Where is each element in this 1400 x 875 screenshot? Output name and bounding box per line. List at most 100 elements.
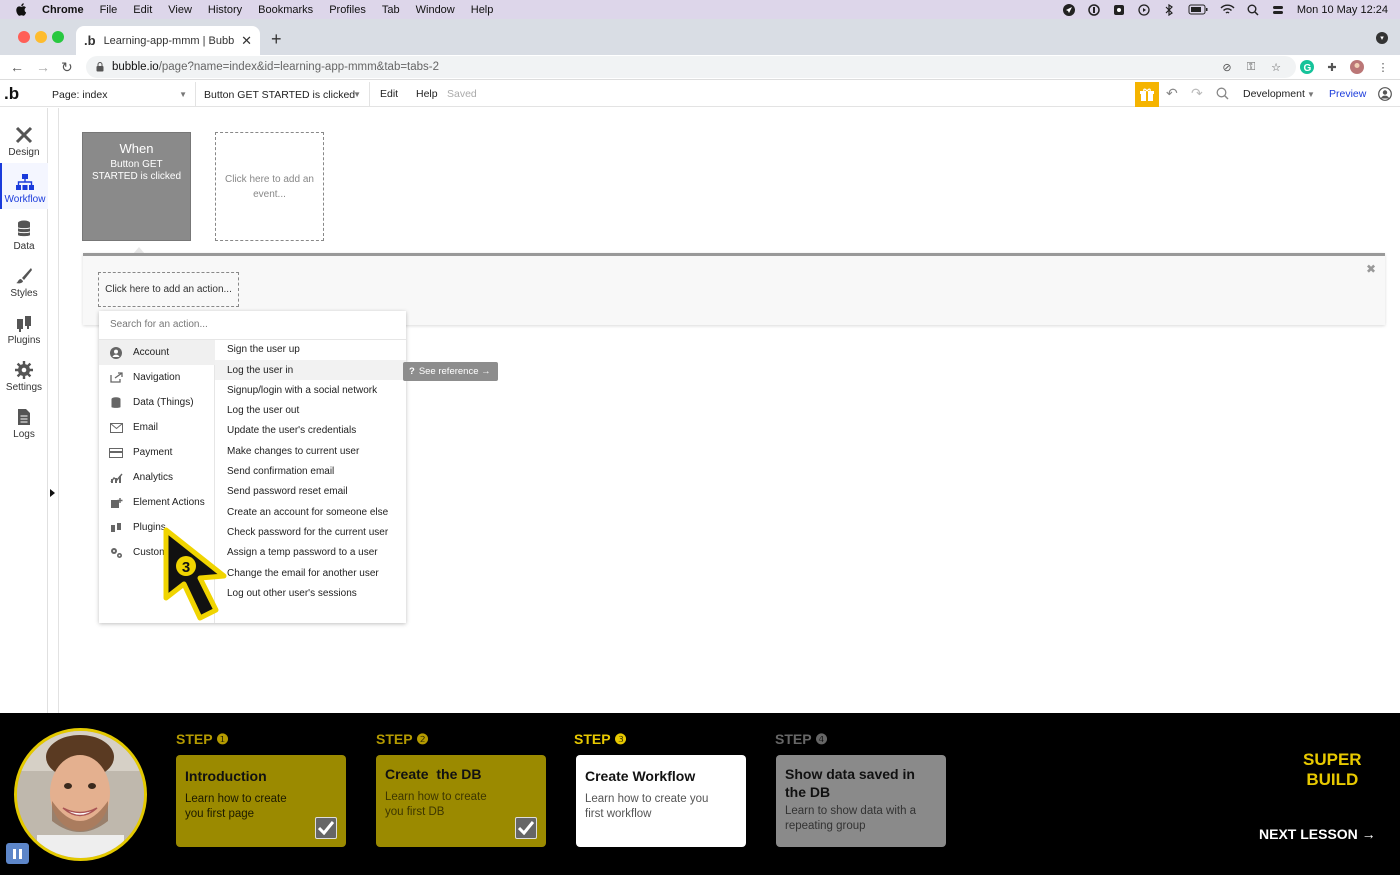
- sidebar-toggle-icon[interactable]: [50, 489, 55, 497]
- forward-icon[interactable]: →: [36, 59, 50, 75]
- category-email[interactable]: Email: [99, 415, 215, 440]
- menu-bookmarks[interactable]: Bookmarks: [258, 4, 313, 16]
- window-zoom-button[interactable]: [52, 31, 64, 43]
- step-4-label: STEP ❹: [775, 731, 828, 747]
- menu-file[interactable]: File: [100, 4, 118, 16]
- browser-menu-icon[interactable]: ⋮: [1376, 60, 1390, 74]
- category-data[interactable]: Data (Things): [99, 390, 215, 415]
- step-3-card[interactable]: Create Workflow Learn how to create you …: [576, 755, 746, 847]
- category-account[interactable]: Account: [99, 340, 215, 365]
- browser-tab[interactable]: .b Learning-app-mmm | Bubble E ✕: [76, 26, 260, 55]
- category-navigation[interactable]: Navigation: [99, 365, 215, 390]
- action-item[interactable]: Log the user in: [215, 360, 406, 380]
- action-item[interactable]: Sign the user up: [227, 344, 300, 355]
- category-analytics[interactable]: Analytics: [99, 465, 215, 490]
- redo-icon[interactable]: ↷: [1191, 85, 1203, 102]
- menu-tab[interactable]: Tab: [382, 4, 400, 16]
- bubble-logo[interactable]: .b: [4, 85, 19, 102]
- pause-button[interactable]: [6, 843, 29, 864]
- window-minimize-button[interactable]: [35, 31, 47, 43]
- see-reference-button[interactable]: ? See reference →: [403, 362, 498, 381]
- step-4-card[interactable]: Show data saved in the DB Learn to show …: [776, 755, 946, 847]
- action-item[interactable]: Assign a temp password to a user: [227, 547, 378, 558]
- event-select[interactable]: Button GET STARTED is clicked ▼: [196, 82, 370, 107]
- control-center-icon[interactable]: [1272, 3, 1285, 16]
- step-2-card[interactable]: Create the DB Learn how to create you fi…: [376, 755, 546, 847]
- play-icon[interactable]: [1138, 3, 1151, 16]
- action-item[interactable]: Send password reset email: [227, 486, 348, 497]
- sidebar-item-settings[interactable]: Settings: [0, 351, 48, 397]
- bluetooth-icon[interactable]: [1163, 3, 1176, 16]
- menu-history[interactable]: History: [208, 4, 242, 16]
- action-item[interactable]: Change the email for another user: [227, 568, 379, 579]
- step-1-card[interactable]: Introduction Learn how to create you fir…: [176, 755, 346, 847]
- sidebar-item-data[interactable]: Data: [0, 210, 48, 256]
- help-menu[interactable]: Help: [416, 88, 438, 100]
- page-select[interactable]: Page: index ▼: [20, 82, 196, 107]
- category-payment[interactable]: Payment: [99, 440, 215, 465]
- database-icon: [109, 396, 123, 409]
- gift-icon[interactable]: [1135, 82, 1159, 107]
- navigate-icon: [109, 372, 123, 384]
- undo-icon[interactable]: ↶: [1166, 85, 1178, 102]
- apple-icon[interactable]: [16, 3, 32, 17]
- location-icon[interactable]: [1063, 3, 1076, 16]
- menu-window[interactable]: Window: [416, 4, 455, 16]
- extension-icon[interactable]: [1113, 3, 1126, 16]
- category-label: Analytics: [133, 472, 174, 483]
- action-item[interactable]: Send confirmation email: [227, 466, 334, 477]
- chart-icon: [109, 472, 123, 484]
- close-icon[interactable]: ✖: [1366, 262, 1376, 276]
- account-icon[interactable]: [1378, 87, 1392, 104]
- close-tab-icon[interactable]: ✕: [241, 33, 252, 49]
- edit-menu[interactable]: Edit: [380, 88, 398, 100]
- reload-icon[interactable]: ↻: [61, 59, 73, 76]
- sidebar-item-workflow[interactable]: Workflow: [0, 163, 48, 209]
- next-lesson-button[interactable]: NEXT LESSON →: [1259, 826, 1376, 842]
- battery-icon[interactable]: [1188, 3, 1208, 16]
- add-action-button[interactable]: Click here to add an action...: [98, 272, 239, 307]
- profile-avatar-icon[interactable]: [1350, 60, 1364, 74]
- spotlight-search-icon[interactable]: [1247, 3, 1260, 16]
- action-item[interactable]: Update the user's credentials: [227, 425, 356, 436]
- menu-edit[interactable]: Edit: [133, 4, 152, 16]
- sidebar-item-styles[interactable]: Styles: [0, 257, 48, 303]
- sidebar-item-logs[interactable]: Logs: [0, 398, 48, 444]
- window-close-button[interactable]: [18, 31, 30, 43]
- sidebar-label: Workflow: [4, 194, 46, 205]
- blocked-icon[interactable]: ⊘: [1220, 60, 1234, 74]
- menu-profiles[interactable]: Profiles: [329, 4, 366, 16]
- menubar-clock[interactable]: Mon 10 May 12:24: [1297, 4, 1388, 16]
- add-event-button[interactable]: Click here to add an event...: [215, 132, 324, 241]
- action-search-input[interactable]: Search for an action...: [99, 311, 406, 340]
- menu-view[interactable]: View: [168, 4, 192, 16]
- back-icon[interactable]: ←: [10, 59, 24, 75]
- action-item[interactable]: Check password for the current user: [227, 527, 388, 538]
- step-3-label: STEP ❸: [574, 731, 627, 747]
- action-item[interactable]: Log out other user's sessions: [227, 588, 357, 599]
- event-block[interactable]: When Button GET STARTED is clicked: [82, 132, 191, 241]
- star-icon[interactable]: ☆: [1269, 60, 1283, 74]
- category-label: Element Actions: [133, 497, 205, 508]
- action-item[interactable]: Make changes to current user: [227, 446, 359, 457]
- wifi-icon[interactable]: [1220, 3, 1235, 16]
- action-item[interactable]: Log the user out: [227, 405, 299, 416]
- search-icon[interactable]: [1216, 87, 1229, 103]
- menu-app-name[interactable]: Chrome: [42, 4, 84, 16]
- sidebar-item-design[interactable]: Design: [0, 116, 48, 162]
- sidebar-item-plugins[interactable]: Plugins: [0, 304, 48, 350]
- new-tab-button[interactable]: +: [271, 29, 282, 50]
- password-manager-icon[interactable]: [1088, 3, 1101, 16]
- action-item[interactable]: Create an account for someone else: [227, 507, 388, 518]
- sidebar-label: Data: [13, 241, 35, 252]
- preview-link[interactable]: Preview: [1329, 88, 1366, 100]
- extensions-puzzle-icon[interactable]: ✚: [1325, 60, 1339, 74]
- environment-select[interactable]: Development: [1243, 88, 1305, 100]
- menu-help[interactable]: Help: [471, 4, 494, 16]
- grammarly-icon[interactable]: G: [1300, 60, 1314, 74]
- tab-search-icon[interactable]: ▾: [1376, 32, 1388, 44]
- action-item[interactable]: Signup/login with a social network: [227, 385, 377, 396]
- url-field[interactable]: bubble.io/page?name=index&id=learning-ap…: [86, 56, 1296, 78]
- key-icon[interactable]: ⚿: [1244, 60, 1258, 74]
- category-element-actions[interactable]: Element Actions: [99, 490, 215, 515]
